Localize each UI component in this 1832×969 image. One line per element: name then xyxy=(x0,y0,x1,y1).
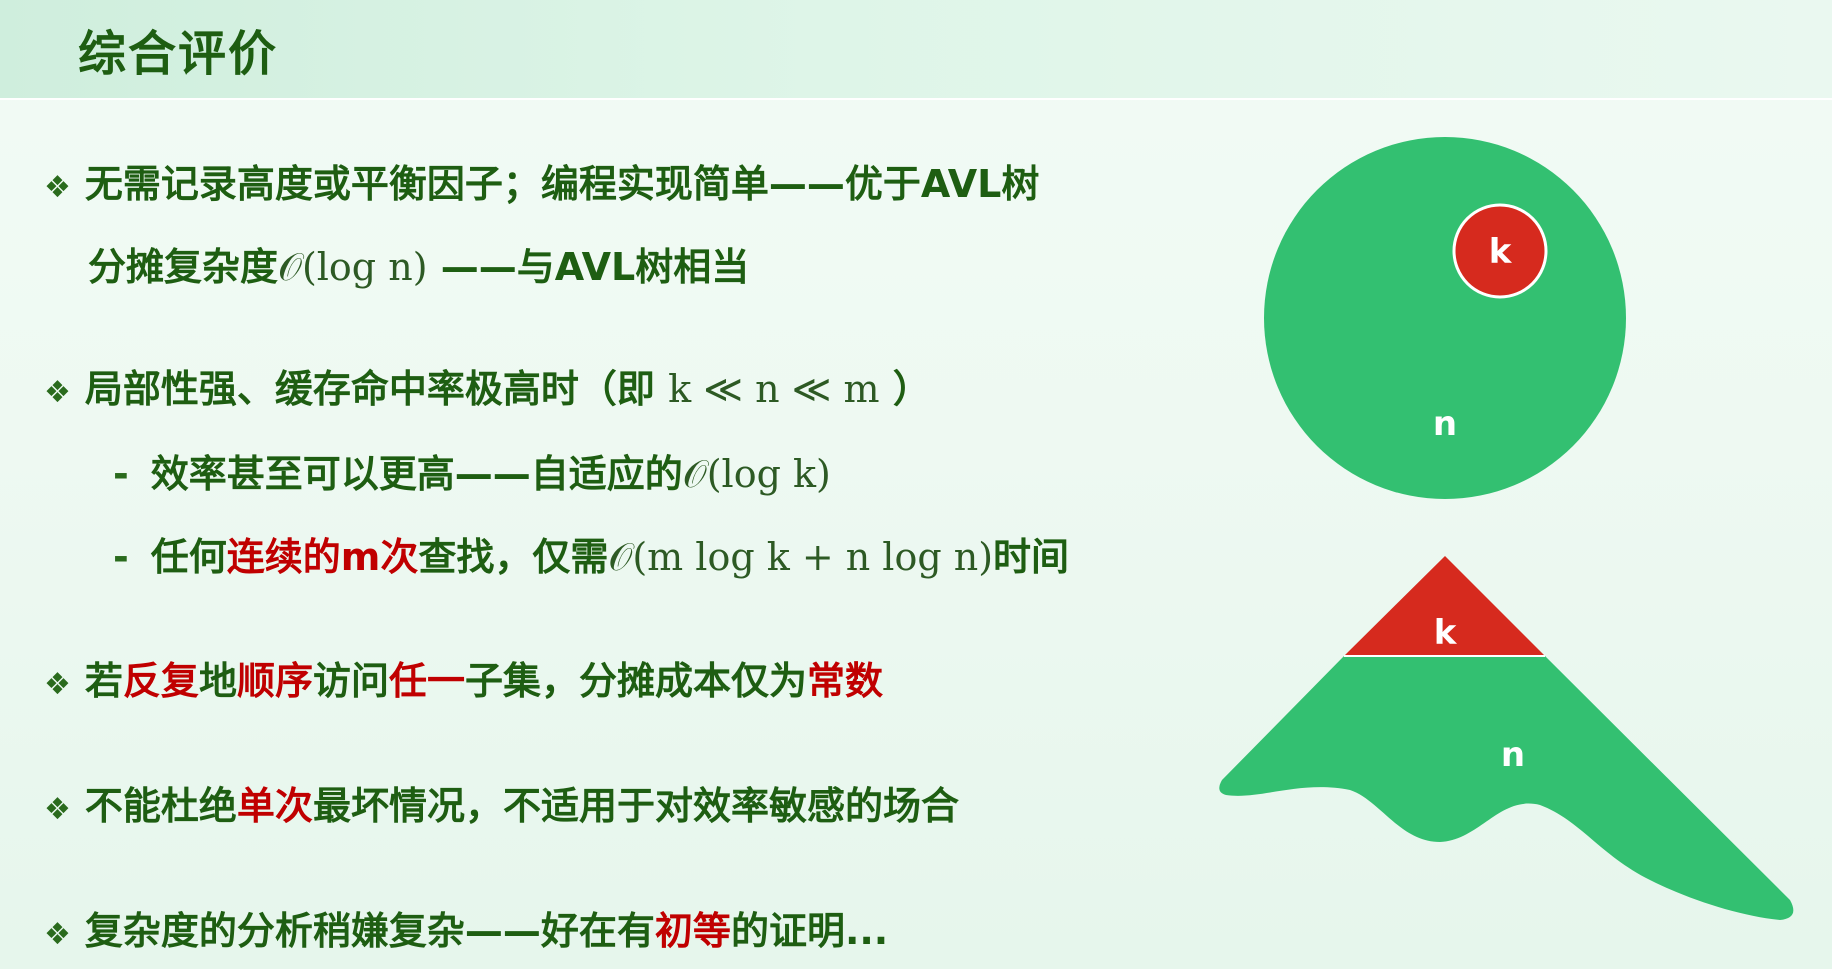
circle-k-label: k xyxy=(1489,232,1513,272)
illustration: k n k n xyxy=(1219,137,1794,920)
tree-body-n xyxy=(1219,656,1794,920)
slide: 综合评价 ❖ 无需记录高度或平衡因子；编程实现简单——优于AVL树 分摊复杂度𝒪(… xyxy=(0,0,1832,969)
outer-circle-n xyxy=(1264,137,1626,499)
tree-k-label: k xyxy=(1434,613,1458,653)
circle-n-label: n xyxy=(1433,404,1457,444)
tree-n-label: n xyxy=(1501,735,1525,775)
